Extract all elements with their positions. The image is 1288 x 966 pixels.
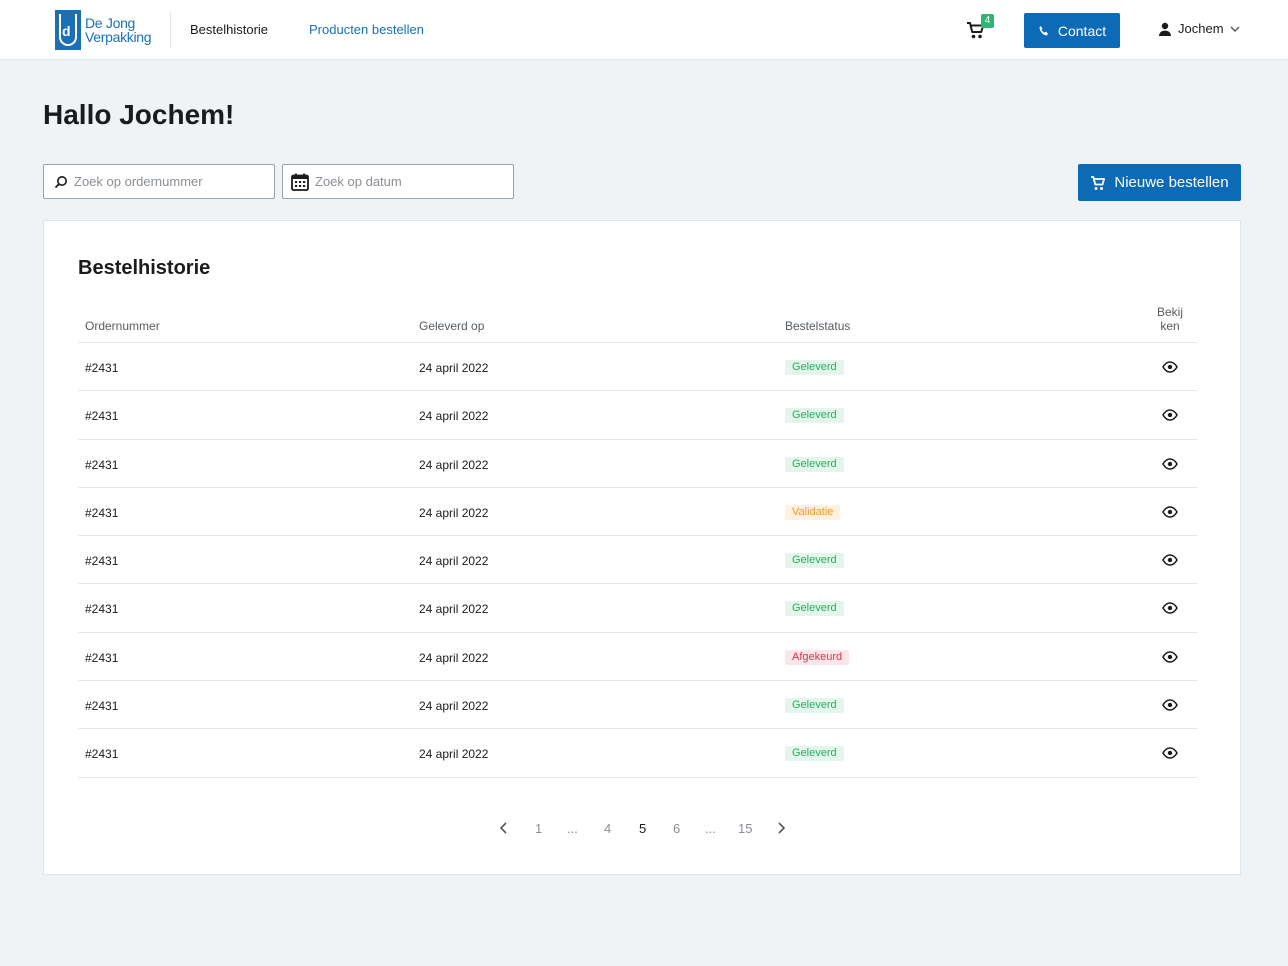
delivered-date: 24 april 2022 [419,554,489,569]
order-number: #2431 [85,747,119,762]
status-badge: Validatie [785,504,841,520]
table-row[interactable]: #2431 24 april 2022 Geleverd [78,391,1197,440]
new-order-button[interactable]: Nieuwe bestellen [1078,164,1241,201]
search-date-input[interactable] [315,174,495,189]
order-number: #2431 [85,650,119,665]
logo-mark: d [55,10,81,50]
table-row[interactable]: #2431 24 april 2022 Geleverd [78,729,1197,778]
order-history-card: Bestelhistorie Ordernummer Geleverd op B… [43,220,1241,875]
nav-producten-bestellen[interactable]: Producten bestellen [309,22,424,37]
page-4[interactable]: 4 [604,821,611,836]
page-15[interactable]: 15 [738,821,752,836]
delivered-date: 24 april 2022 [419,650,489,665]
eye-icon[interactable] [1162,601,1178,615]
new-order-label: Nieuwe bestellen [1114,174,1229,191]
eye-icon[interactable] [1162,360,1178,374]
table-row[interactable]: #2431 24 april 2022 Geleverd [78,343,1197,392]
contact-label: Contact [1057,22,1107,39]
eye-icon[interactable] [1162,408,1178,422]
calendar-icon [291,173,309,191]
user-menu[interactable]: Jochem [1158,21,1240,36]
pagination-ellipsis: ... [705,821,716,836]
table-row[interactable]: #2431 24 april 2022 Geleverd [78,536,1197,585]
logo-line1: De Jong [85,15,136,31]
delivered-date: 24 april 2022 [419,457,489,472]
chevron-right-icon[interactable] [775,821,787,835]
page-title: Hallo Jochem! [43,99,235,130]
order-number: #2431 [85,602,119,617]
contact-button[interactable]: Contact [1024,13,1120,48]
status-badge: Geleverd [785,601,844,617]
eye-icon[interactable] [1162,698,1178,712]
pagination: 1 ... 4 5 6 ... 15 [44,819,1242,839]
cart-count-badge: 4 [981,14,994,28]
pagination-ellipsis: ... [567,821,578,836]
top-header: d De Jong Verpakking Bestelhistorie Prod… [0,0,1288,60]
eye-icon[interactable] [1162,553,1178,567]
column-ordernummer: Ordernummer [85,319,160,333]
search-order-input[interactable] [74,174,254,189]
status-badge: Geleverd [785,698,844,714]
logo-text: De Jong Verpakking [85,15,152,45]
chevron-down-icon [1230,26,1240,32]
status-badge: Geleverd [785,360,844,375]
chevron-left-icon[interactable] [498,821,510,835]
logo-line2: Verpakking [85,29,152,45]
search-date-box[interactable] [282,164,514,199]
phone-icon [1039,25,1048,35]
column-bestelstatus: Bestelstatus [785,319,851,333]
order-table: Ordernummer Geleverd op Bestelstatus Bek… [78,303,1197,778]
eye-icon[interactable] [1162,457,1178,471]
order-number: #2431 [85,457,119,472]
column-geleverd-op: Geleverd op [419,319,485,333]
search-icon [54,175,67,188]
delivered-date: 24 april 2022 [419,699,489,714]
order-number: #2431 [85,699,119,714]
table-row[interactable]: #2431 24 april 2022 Validatie [78,488,1197,537]
user-name: Jochem [1178,21,1224,36]
status-badge: Geleverd [785,408,844,424]
column-bekijken: Bekij ken [1152,305,1188,333]
status-badge: Geleverd [785,456,844,472]
status-badge: Geleverd [785,553,844,569]
logo[interactable]: d De Jong Verpakking [55,10,152,50]
cart-icon [1091,175,1106,190]
delivered-date: 24 april 2022 [419,409,489,424]
page-6[interactable]: 6 [673,821,680,836]
eye-icon[interactable] [1162,650,1178,664]
logo-letter: d [62,23,71,39]
search-order-box[interactable] [43,164,275,199]
delivered-date: 24 april 2022 [419,361,489,375]
eye-icon[interactable] [1162,746,1178,760]
page-1[interactable]: 1 [535,821,542,836]
delivered-date: 24 april 2022 [419,747,489,762]
column-bekijken-line1: Bekij [1156,305,1183,319]
status-badge: Afgekeurd [785,649,850,665]
status-badge: Geleverd [785,746,844,762]
table-row[interactable]: #2431 24 april 2022 Afgekeurd [78,633,1197,682]
header-divider [170,12,171,48]
card-title: Bestelhistorie [78,257,211,279]
nav-bestelhistorie[interactable]: Bestelhistorie [190,22,268,37]
table-row[interactable]: #2431 24 april 2022 Geleverd [78,584,1197,633]
order-number: #2431 [85,409,119,424]
eye-icon[interactable] [1162,505,1178,519]
delivered-date: 24 april 2022 [419,505,489,520]
order-number: #2431 [85,361,119,375]
user-icon [1159,22,1171,36]
page-5-current[interactable]: 5 [639,821,646,836]
order-number: #2431 [85,505,119,520]
table-row[interactable]: #2431 24 april 2022 Geleverd [78,681,1197,730]
order-number: #2431 [85,554,119,569]
column-bekijken-line2: ken [1160,319,1180,333]
table-row[interactable]: #2431 24 april 2022 Geleverd [78,440,1197,488]
delivered-date: 24 april 2022 [419,602,489,617]
table-header: Ordernummer Geleverd op Bestelstatus Bek… [78,303,1197,343]
